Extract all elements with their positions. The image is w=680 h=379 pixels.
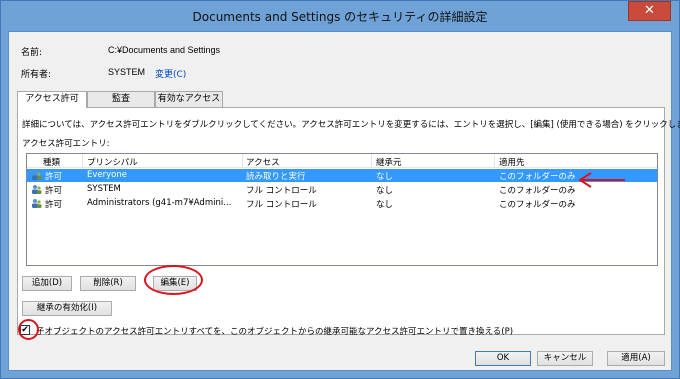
column-applies-to[interactable]: 適用先 <box>499 156 525 168</box>
row-type: 許可 <box>45 186 63 196</box>
tab-effective-access[interactable]: 有効なアクセス <box>155 91 223 107</box>
user-group-icon <box>32 171 42 180</box>
add-button[interactable]: 追加(D) <box>22 276 72 291</box>
name-value: C:¥Documents and Settings <box>108 45 221 55</box>
column-inherited-from[interactable]: 継承元 <box>376 156 402 168</box>
column-divider[interactable] <box>494 154 495 168</box>
owner-value: SYSTEM <box>108 67 146 77</box>
checkbox-highlight-ellipse <box>18 319 39 340</box>
row-principal: Everyone <box>87 170 127 180</box>
tab-auditing[interactable]: 監査 <box>87 91 155 107</box>
row-access: フル コントロール <box>246 200 317 210</box>
user-group-icon <box>32 199 42 208</box>
enable-inheritance-button[interactable]: 継承の有効化(I) <box>22 301 112 316</box>
security-dialog-window: Documents and Settings のセキュリティの詳細設定 ✕ 名前… <box>0 0 680 379</box>
change-owner-link[interactable]: 変更(C) <box>155 67 186 80</box>
column-divider[interactable] <box>242 154 243 168</box>
entries-label: アクセス許可エントリ: <box>22 139 110 149</box>
permissions-tab-panel: 詳細については、アクセス許可エントリをダブルクリックしてください。アクセス許可エ… <box>17 107 680 335</box>
row-type: 許可 <box>45 200 63 210</box>
row-applies-to: このフォルダーのみ <box>499 186 576 196</box>
dialog-client-area: 名前: C:¥Documents and Settings 所有者: SYSTE… <box>8 31 680 371</box>
replace-child-permissions-label[interactable]: 子オブジェクトのアクセス許可エントリすべてを、このオブジェクトからの継承可能なア… <box>36 325 513 337</box>
list-header: 種類 プリンシパル アクセス 継承元 適用先 <box>27 154 657 168</box>
row-inherited-from: なし <box>376 186 394 196</box>
table-row[interactable]: 許可 SYSTEM フル コントロール なし このフォルダーのみ <box>27 183 657 196</box>
instructions-text: 詳細については、アクセス許可エントリをダブルクリックしてください。アクセス許可エ… <box>22 120 680 130</box>
row-inherited-from: なし <box>376 172 394 182</box>
name-label: 名前: <box>21 48 43 58</box>
red-arrow-icon <box>578 172 625 188</box>
title-bar[interactable]: Documents and Settings のセキュリティの詳細設定 ✕ <box>1 1 679 31</box>
row-principal: Administrators (g41-m7¥Admini... <box>87 198 232 208</box>
remove-button[interactable]: 削除(R) <box>80 276 136 291</box>
close-button[interactable]: ✕ <box>628 1 671 21</box>
row-access: フル コントロール <box>246 186 317 196</box>
column-type[interactable]: 種類 <box>43 156 60 168</box>
edit-highlight-ellipse <box>144 265 203 295</box>
table-row[interactable]: 許可 Everyone 読み取りと実行 なし このフォルダーのみ <box>27 169 657 182</box>
column-divider[interactable] <box>82 154 83 168</box>
apply-button[interactable]: 適用(A) <box>607 351 665 366</box>
row-applies-to: このフォルダーのみ <box>499 200 576 210</box>
row-applies-to: このフォルダーのみ <box>499 172 576 182</box>
owner-label: 所有者: <box>21 70 52 80</box>
ok-button[interactable]: OK <box>475 351 531 366</box>
row-principal: SYSTEM <box>87 184 121 194</box>
permission-entries-list[interactable]: 種類 プリンシパル アクセス 継承元 適用先 許可 Everyone 読み取りと… <box>26 153 658 266</box>
column-principal[interactable]: プリンシパル <box>87 156 138 168</box>
row-inherited-from: なし <box>376 200 394 210</box>
table-row[interactable]: 許可 Administrators (g41-m7¥Admini... フル コ… <box>27 197 657 210</box>
row-type: 許可 <box>45 172 63 182</box>
tab-permissions[interactable]: アクセス許可 <box>17 91 87 108</box>
user-group-icon <box>32 185 42 194</box>
column-divider[interactable] <box>371 154 372 168</box>
window-title: Documents and Settings のセキュリティの詳細設定 <box>192 10 488 24</box>
row-access: 読み取りと実行 <box>246 172 306 182</box>
cancel-button[interactable]: キャンセル <box>537 351 593 366</box>
column-access[interactable]: アクセス <box>246 156 280 168</box>
